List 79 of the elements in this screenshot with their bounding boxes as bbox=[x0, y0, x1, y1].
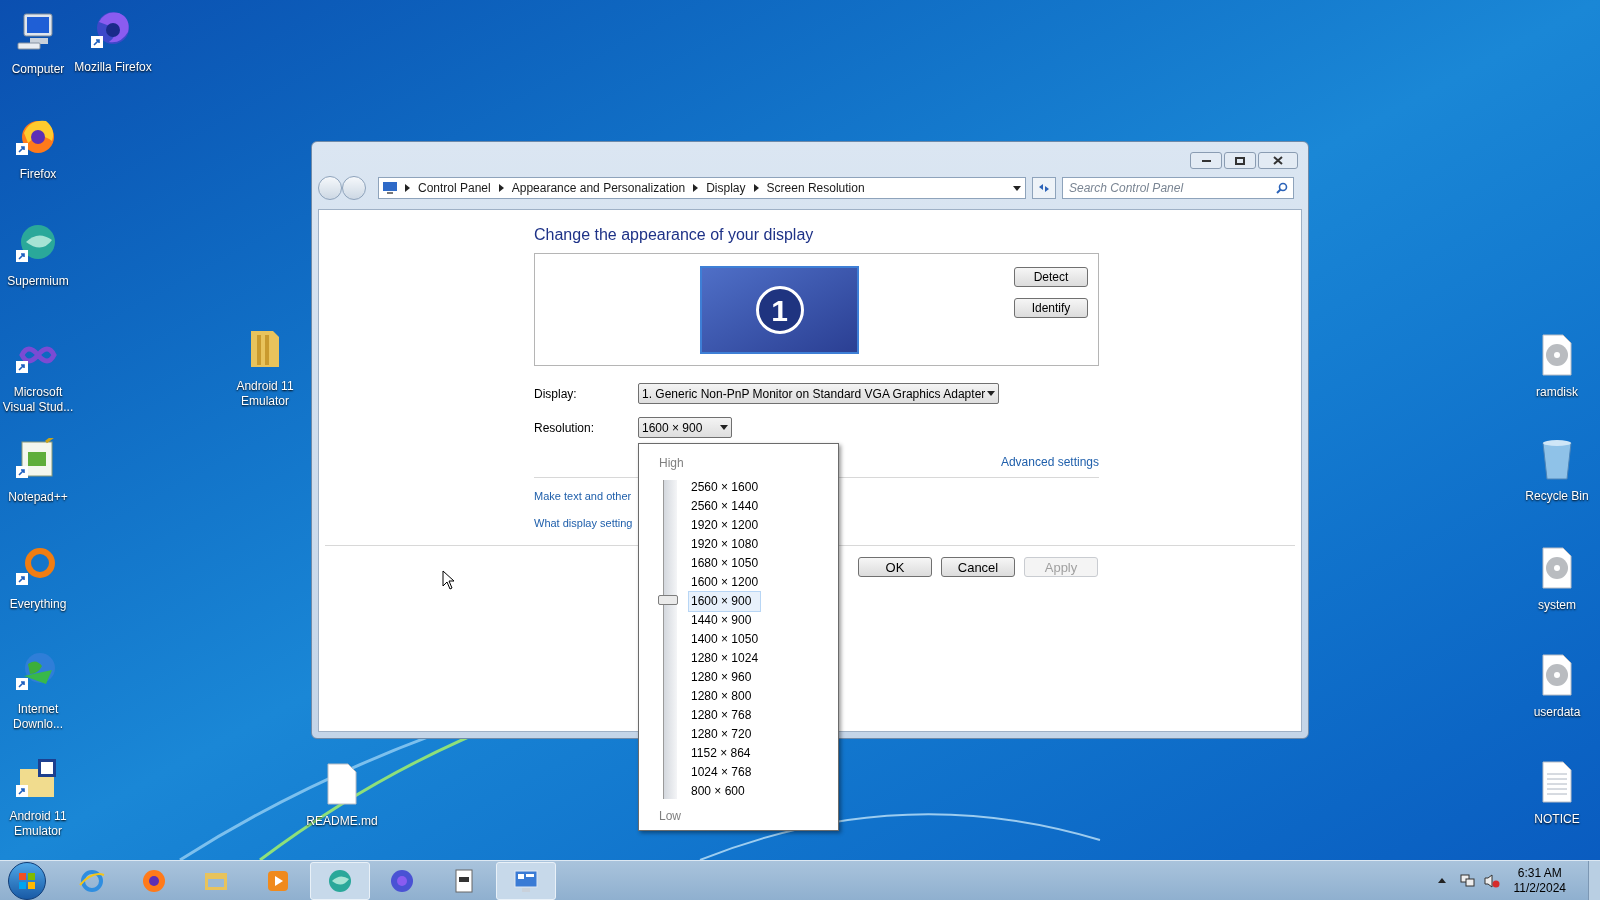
desktop-icon-label[interactable]: Firefox bbox=[19, 167, 57, 182]
resolution-option[interactable]: 1400 × 1050 bbox=[689, 630, 761, 649]
desktop-icon-label[interactable]: Everything bbox=[9, 597, 67, 612]
high-label: High bbox=[659, 455, 685, 472]
resolution-option[interactable]: 2560 × 1600 bbox=[689, 478, 761, 497]
monitor-number: 1 bbox=[755, 286, 804, 334]
desktop-icon-label[interactable]: Mozilla Firefox bbox=[74, 60, 152, 75]
minimize-button[interactable] bbox=[1190, 152, 1222, 169]
desktop-icon-label[interactable]: Internet Downlo... bbox=[0, 702, 80, 732]
resolution-option[interactable]: 800 × 600 bbox=[689, 782, 761, 801]
desktop-icon-label[interactable]: Android 11 Emulator bbox=[0, 809, 80, 839]
breadcrumb-item[interactable]: Control Panel bbox=[418, 179, 491, 197]
search-field[interactable]: Search Control Panel bbox=[1062, 177, 1294, 199]
desktop-icon-label[interactable]: Computer bbox=[11, 62, 65, 77]
show-desktop-button[interactable] bbox=[1588, 860, 1600, 900]
control-panel-icon bbox=[383, 182, 397, 194]
close-button[interactable] bbox=[1258, 152, 1298, 169]
monitor-thumbnail[interactable]: 1 bbox=[700, 266, 859, 354]
desktop-icon-label[interactable]: Microsoft Visual Stud... bbox=[0, 385, 80, 415]
help-link[interactable]: What display setting bbox=[534, 514, 633, 531]
low-label: Low bbox=[659, 808, 682, 825]
display-button[interactable]: Detect bbox=[1014, 267, 1088, 287]
start-button[interactable] bbox=[8, 861, 46, 900]
resolution-option[interactable]: 1280 × 800 bbox=[689, 687, 761, 706]
desktop-icon-label[interactable]: README.md bbox=[306, 814, 378, 829]
resolution-option[interactable]: 1680 × 1050 bbox=[689, 554, 761, 573]
resolution-option[interactable]: 1024 × 768 bbox=[689, 763, 761, 782]
desktop-icon-label[interactable]: Recycle Bin bbox=[1525, 489, 1589, 504]
refresh-button[interactable] bbox=[1032, 177, 1056, 199]
display-dropdown[interactable]: 1. Generic Non-PnP Monitor on Standard VGA Graphics Adapter bbox=[638, 383, 999, 404]
breadcrumb-item[interactable]: Screen Resolution bbox=[766, 179, 865, 197]
resolution-dropdown[interactable]: 1600 × 900 bbox=[638, 417, 732, 438]
desktop-icon-label[interactable]: Android 11 Emulator bbox=[223, 379, 307, 409]
chevron-icon bbox=[498, 184, 504, 192]
desktop-icon-label[interactable]: Notepad++ bbox=[8, 490, 68, 505]
mouse-cursor-icon bbox=[442, 570, 455, 590]
resolution-option[interactable]: 2560 × 1440 bbox=[689, 497, 761, 516]
display-button[interactable]: Identify bbox=[1014, 298, 1088, 318]
chevron-icon bbox=[405, 184, 410, 192]
close-icon bbox=[1273, 156, 1283, 165]
resolution-option[interactable]: 1280 × 1024 bbox=[689, 649, 761, 668]
dialog-button[interactable]: Cancel bbox=[941, 557, 1015, 577]
breadcrumb-item[interactable]: Display bbox=[706, 179, 746, 197]
resolution-option[interactable]: 1440 × 900 bbox=[689, 611, 761, 630]
muted-speaker-icon[interactable] bbox=[1483, 872, 1500, 889]
desktop-icon-label[interactable]: NOTICE bbox=[1534, 812, 1580, 827]
resolution-option[interactable]: 1280 × 768 bbox=[689, 706, 761, 725]
dialog-button[interactable]: OK bbox=[858, 557, 932, 577]
desktop-icon-label[interactable]: Supermium bbox=[7, 274, 69, 289]
desktop-icon-label[interactable]: ramdisk bbox=[1536, 385, 1578, 400]
resolution-option[interactable]: 1280 × 720 bbox=[689, 725, 761, 744]
dropdown-arrow-icon[interactable] bbox=[1013, 185, 1021, 191]
clock-time[interactable]: 6:31 AM bbox=[1517, 865, 1562, 881]
refresh-icon bbox=[1037, 182, 1051, 194]
help-link[interactable]: Make text and other bbox=[534, 488, 632, 505]
display-label: Display: bbox=[534, 385, 578, 403]
desktop-icon-label[interactable]: system bbox=[1538, 598, 1576, 613]
maximize-button[interactable] bbox=[1224, 152, 1256, 169]
network-icon[interactable] bbox=[1459, 872, 1476, 889]
resolution-option[interactable]: 1920 × 1080 bbox=[689, 535, 761, 554]
slider-thumb[interactable] bbox=[658, 594, 678, 605]
advanced-settings-link[interactable]: Advanced settings bbox=[1000, 453, 1099, 471]
chevron-icon bbox=[693, 184, 699, 192]
address-bar[interactable]: Control Panel Appearance and Personalization Display Screen Resolution bbox=[378, 177, 1026, 199]
resolution-label: Resolution: bbox=[534, 419, 596, 437]
clock-date[interactable]: 11/2/2024 bbox=[1513, 880, 1566, 896]
caret-up-icon[interactable] bbox=[1437, 878, 1446, 883]
desktop-icon-label[interactable]: userdata bbox=[1533, 705, 1581, 720]
dropdown-arrow-icon bbox=[987, 391, 995, 396]
resolution-option[interactable]: 1600 × 900 bbox=[689, 592, 761, 611]
resolution-option[interactable]: 1280 × 960 bbox=[689, 668, 761, 687]
windows-logo-icon bbox=[18, 871, 36, 890]
page-heading: Change the appearance of your display bbox=[534, 225, 815, 245]
chevron-icon bbox=[753, 184, 759, 192]
resolution-option[interactable]: 1152 × 864 bbox=[689, 744, 761, 763]
breadcrumb-item[interactable]: Appearance and Personalization bbox=[511, 179, 686, 197]
dropdown-arrow-icon bbox=[720, 425, 728, 430]
resolution-option[interactable]: 1600 × 1200 bbox=[689, 573, 761, 592]
resolution-option[interactable]: 1920 × 1200 bbox=[689, 516, 761, 535]
